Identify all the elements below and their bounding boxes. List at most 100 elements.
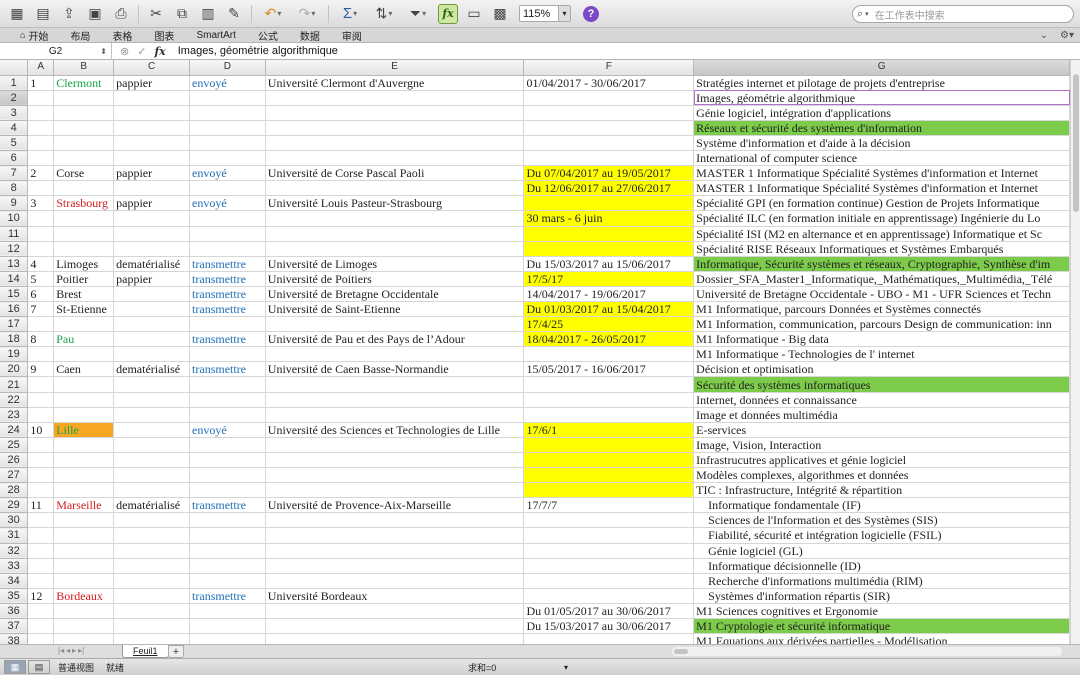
cell-c[interactable] xyxy=(113,105,191,121)
cell-e[interactable]: Université Bordeaux xyxy=(265,588,525,604)
cell-d[interactable] xyxy=(189,527,266,544)
cell-g[interactable]: M1 Informatique - Technologies de l' int… xyxy=(693,346,1070,363)
cell-d[interactable] xyxy=(189,512,266,529)
cell-f[interactable] xyxy=(523,150,695,167)
open-icon[interactable]: ⇪ xyxy=(59,4,79,24)
cell-g[interactable]: M1 Equations aux dérivées partielles - M… xyxy=(693,633,1070,644)
paste-icon[interactable]: ▥ xyxy=(198,4,218,24)
cell-f[interactable] xyxy=(523,573,695,589)
prev-sheet-icon[interactable]: ◂ xyxy=(66,646,70,655)
cell-g[interactable]: Spécialité GPI (en formation continue) G… xyxy=(693,195,1070,212)
cell-e[interactable] xyxy=(265,376,525,393)
cell-b[interactable]: Bordeaux xyxy=(53,588,115,604)
cell-d[interactable] xyxy=(189,633,266,644)
row-header[interactable]: 17 xyxy=(0,316,29,333)
cell-c[interactable] xyxy=(113,376,191,393)
cell-b[interactable] xyxy=(53,603,115,619)
new-workbook-icon[interactable]: ▦ xyxy=(7,4,27,24)
cell-c[interactable] xyxy=(113,452,191,469)
cell-b[interactable] xyxy=(53,512,115,529)
cell-e[interactable] xyxy=(265,392,525,408)
cell-f[interactable] xyxy=(523,195,695,212)
cell-e[interactable]: Université de Provence-Aix-Marseille xyxy=(265,497,525,514)
cell-e[interactable] xyxy=(265,226,525,242)
cell-f[interactable] xyxy=(523,90,695,106)
cell-f[interactable] xyxy=(523,588,695,604)
cell-d[interactable] xyxy=(189,150,266,167)
cell-b[interactable]: Marseille xyxy=(53,497,115,514)
cell-g[interactable]: MASTER 1 Informatique Spécialité Système… xyxy=(693,165,1070,182)
row-header[interactable]: 22 xyxy=(0,392,29,408)
cell-b[interactable] xyxy=(53,543,115,559)
horizontal-scrollbar[interactable] xyxy=(672,647,1062,656)
zoom-select[interactable]: 115% ▾ xyxy=(519,5,571,22)
cell-b[interactable] xyxy=(53,573,115,589)
cell-a[interactable] xyxy=(27,467,55,484)
cell-c[interactable] xyxy=(113,241,191,257)
cell-d[interactable]: transmettre xyxy=(189,331,266,348)
cell-f[interactable] xyxy=(523,543,695,559)
templates-icon[interactable]: ▤ xyxy=(33,4,53,24)
cell-f[interactable]: Du 12/06/2017 au 27/06/2017 xyxy=(523,180,695,197)
row-header[interactable]: 11 xyxy=(0,226,29,242)
cell-e[interactable]: Université de Saint-Etienne xyxy=(265,301,525,318)
cell-g[interactable]: TIC : Infrastructure, Intégrité & répart… xyxy=(693,482,1070,499)
cell-c[interactable] xyxy=(113,407,191,423)
cell-c[interactable] xyxy=(113,135,191,152)
cell-g[interactable]: Système d'information et d'aide à la déc… xyxy=(693,135,1070,152)
cell-b[interactable] xyxy=(53,392,115,408)
cell-a[interactable] xyxy=(27,346,55,363)
cell-c[interactable] xyxy=(113,422,191,438)
cell-a[interactable]: 2 xyxy=(27,165,55,182)
row-header[interactable]: 15 xyxy=(0,286,29,303)
cell-c[interactable] xyxy=(113,346,191,363)
cell-b[interactable] xyxy=(53,226,115,242)
cell-d[interactable]: transmettre xyxy=(189,271,266,287)
cell-g[interactable]: Réseaux et sécurité des systèmes d'infor… xyxy=(693,120,1070,136)
cell-a[interactable]: 1 xyxy=(27,75,55,91)
cell-e[interactable]: Université de Poitiers xyxy=(265,271,525,287)
cell-g[interactable]: Université de Bretagne Occidentale - UBO… xyxy=(693,286,1070,303)
cell-g[interactable]: Spécialité RISE Réseaux Informatiques et… xyxy=(693,241,1070,257)
cell-b[interactable] xyxy=(53,633,115,644)
cell-a[interactable]: 10 xyxy=(27,422,55,438)
cell-b[interactable] xyxy=(53,90,115,106)
next-sheet-icon[interactable]: ▸ xyxy=(72,646,76,655)
cell-a[interactable]: 11 xyxy=(27,497,55,514)
cell-a[interactable] xyxy=(27,437,55,453)
tab-tables[interactable]: 表格 xyxy=(101,28,143,43)
column-header-a[interactable]: A xyxy=(27,60,55,76)
insert-function-icon[interactable]: fx xyxy=(154,45,165,58)
cell-a[interactable] xyxy=(27,241,55,257)
cell-b[interactable] xyxy=(53,618,115,635)
add-sheet-button[interactable]: + xyxy=(168,645,184,658)
cell-e[interactable] xyxy=(265,527,525,544)
cell-g[interactable]: MASTER 1 Informatique Spécialité Système… xyxy=(693,180,1070,197)
cell-e[interactable] xyxy=(265,90,525,106)
cell-d[interactable] xyxy=(189,482,266,499)
tab-layout[interactable]: 布局 xyxy=(59,28,101,43)
row-header[interactable]: 13 xyxy=(0,256,29,272)
cell-e[interactable]: Université de Corse Pascal Paoli xyxy=(265,165,525,182)
cell-e[interactable]: Université des Sciences et Technologies … xyxy=(265,422,525,438)
cell-c[interactable] xyxy=(113,331,191,348)
cell-f[interactable]: 17/5/17 xyxy=(523,271,695,287)
cell-f[interactable] xyxy=(523,241,695,257)
row-header[interactable]: 35 xyxy=(0,588,29,604)
cell-f[interactable]: Du 01/05/2017 au 30/06/2017 xyxy=(523,603,695,619)
cell-e[interactable]: Université Clermont d'Auvergne xyxy=(265,75,525,91)
cell-e[interactable] xyxy=(265,603,525,619)
column-header-b[interactable]: B xyxy=(53,60,115,76)
cell-a[interactable] xyxy=(27,512,55,529)
cell-e[interactable] xyxy=(265,467,525,484)
vertical-scrollbar[interactable] xyxy=(1070,60,1080,644)
cell-g[interactable]: International of computer science xyxy=(693,150,1070,167)
copy-icon[interactable]: ⧉ xyxy=(172,4,192,24)
cell-c[interactable] xyxy=(113,543,191,559)
column-header-d[interactable]: D xyxy=(189,60,266,76)
tab-home[interactable]: ⌂ 开始 xyxy=(0,28,59,43)
normal-view-button[interactable]: ▦ xyxy=(4,660,26,674)
cell-f[interactable] xyxy=(523,105,695,121)
cell-c[interactable] xyxy=(113,437,191,453)
cell-f[interactable] xyxy=(523,437,695,453)
